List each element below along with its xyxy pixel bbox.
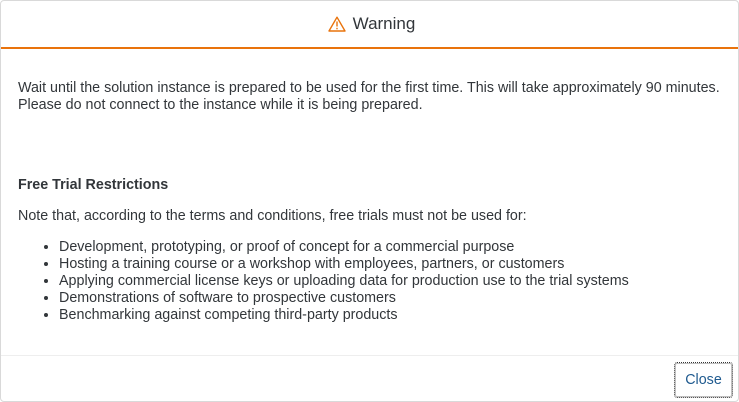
close-button-label: Close [685, 372, 722, 388]
close-button[interactable]: Close [673, 361, 734, 399]
warning-dialog: Warning Wait until the solution instance… [0, 0, 739, 402]
restrictions-list: Development, prototyping, or proof of co… [18, 239, 739, 324]
restrictions-heading: Free Trial Restrictions [18, 177, 169, 193]
list-item: Applying commercial license keys or uplo… [59, 273, 739, 290]
dialog-content: Wait until the solution instance is prep… [18, 80, 730, 323]
list-item: Benchmarking against competing third-par… [59, 307, 739, 324]
intro-line-2: Please do not connect to the instance wh… [18, 97, 423, 113]
dialog-header: Warning [1, 1, 738, 49]
dialog-title: Warning [352, 14, 416, 33]
list-item: Demonstrations of software to prospectiv… [59, 290, 739, 307]
restrictions-note: Note that, according to the terms and co… [18, 208, 527, 224]
dialog-footer: Close [1, 355, 738, 402]
intro-text: Wait until the solution instance is prep… [18, 80, 730, 114]
warning-triangle-icon [327, 16, 346, 32]
dialog-title-bar: Warning [327, 14, 416, 34]
list-item: Development, prototyping, or proof of co… [59, 239, 739, 256]
intro-line-1: Wait until the solution instance is prep… [18, 80, 720, 96]
list-item: Hosting a training course or a workshop … [59, 256, 739, 273]
